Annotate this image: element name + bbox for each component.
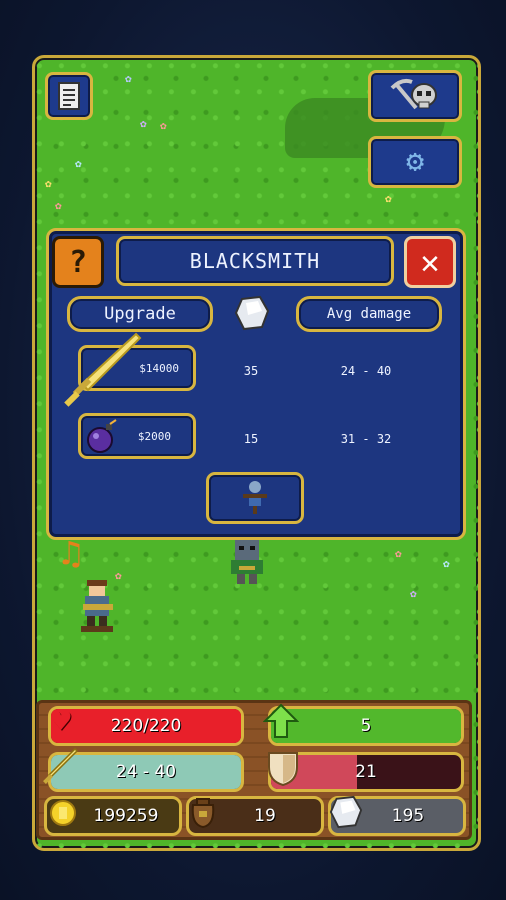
bag-icon: [186, 794, 220, 830]
notes-button[interactable]: [45, 72, 93, 120]
training-dummy-button[interactable]: [206, 472, 304, 524]
close-button[interactable]: ✕: [404, 236, 456, 288]
sword-price: $14000: [139, 361, 179, 375]
coin-icon: [48, 798, 78, 828]
flower-decoration: ✿: [125, 72, 132, 85]
close-icon: ✕: [420, 243, 440, 281]
music-note-icon: ♫: [60, 534, 82, 574]
sword-stat-icon: [40, 746, 80, 786]
flower-decoration: ✿: [160, 119, 167, 132]
heart-icon: ♥: [51, 702, 71, 740]
bomb-icon: [84, 418, 120, 454]
help-button[interactable]: ?: [52, 236, 104, 288]
crystal-stat-icon: [328, 794, 364, 830]
sword-icon: [58, 330, 142, 414]
bomb-crystals: 15: [243, 432, 259, 446]
help-label: ?: [68, 244, 88, 280]
skull-pickaxe-icon: [390, 78, 437, 110]
gear-icon: ⚙: [405, 144, 425, 179]
flower-decoration: ✿: [443, 557, 450, 570]
health-value: 220/220: [110, 716, 182, 736]
death-stats-button[interactable]: [368, 70, 462, 122]
header-avg-damage: Avg damage: [296, 296, 442, 332]
hero-sprite[interactable]: [75, 578, 119, 634]
flower-decoration: ✿: [45, 177, 52, 190]
flower-decoration: ✿: [140, 117, 147, 130]
scarecrow-icon: [243, 481, 267, 514]
enemy-sprite[interactable]: [225, 536, 269, 586]
bomb-price: $2000: [137, 429, 171, 443]
shield-icon: [264, 748, 302, 788]
crystal-icon: [232, 293, 272, 333]
flower-decoration: ✿: [385, 192, 392, 205]
sword-crystals: 35: [243, 364, 259, 378]
flower-decoration: ✿: [395, 547, 402, 560]
header-avg-damage-label: Avg damage: [326, 306, 412, 322]
panel-title-text: BLACKSMITH: [189, 249, 321, 273]
arrow-up-icon: [262, 702, 300, 740]
header-upgrade: Upgrade: [67, 296, 213, 332]
document-icon: [58, 82, 80, 110]
sword-damage: 24 - 40: [340, 364, 392, 378]
flower-decoration: ✿: [75, 157, 82, 170]
flower-decoration: ✿: [410, 587, 417, 600]
header-upgrade-label: Upgrade: [104, 304, 176, 324]
panel-title: BLACKSMITH: [116, 236, 394, 286]
bomb-damage: 31 - 32: [340, 432, 392, 446]
settings-button[interactable]: ⚙: [368, 136, 462, 188]
flower-decoration: ✿: [55, 199, 62, 212]
